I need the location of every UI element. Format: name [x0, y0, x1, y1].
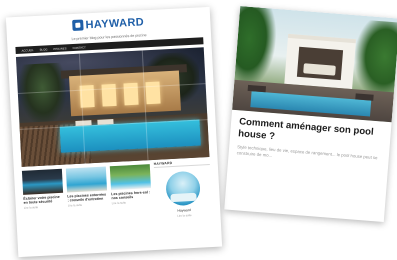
photo-collage: Comment aménager son pool house ? Style …	[0, 0, 397, 260]
avatar[interactable]	[165, 170, 201, 207]
nav-item[interactable]: CONTACT	[72, 45, 86, 50]
logo-icon	[72, 19, 84, 32]
lounger	[355, 93, 374, 101]
logo-text: HAYWARD	[85, 15, 145, 31]
post-image	[109, 164, 151, 191]
sidebar-widget: HAYWARD Hayward Lire la suite	[154, 159, 213, 224]
article-hero-image	[232, 6, 397, 123]
post-meta: Lire la suite	[23, 204, 39, 210]
nav-item[interactable]: ACCUEIL	[21, 48, 33, 53]
hero-image[interactable]	[15, 47, 210, 167]
post-image	[65, 166, 108, 193]
nav-item[interactable]: BLOG	[40, 47, 48, 51]
post-card[interactable]: Les piscines enterrées : conseils d'entr…	[65, 166, 109, 228]
homepage-card: HAYWARD Le premier blog pour les passion…	[5, 6, 223, 258]
article-card: Comment aménager son pool house ? Style …	[224, 6, 397, 222]
post-meta: Lire la suite	[67, 202, 83, 208]
lounger	[247, 84, 267, 93]
post-image	[21, 168, 64, 195]
post-meta: Lire la suite	[111, 200, 127, 206]
post-thumbnails: Éclairer votre piscine en toute sécurité…	[21, 164, 153, 231]
post-card[interactable]: Les piscines hors-sol : nos conseils Lir…	[109, 164, 153, 226]
post-card[interactable]: Éclairer votre piscine en toute sécurité…	[21, 168, 65, 231]
logo[interactable]: HAYWARD	[72, 16, 144, 32]
palm-tree	[232, 6, 279, 89]
nav-item[interactable]: PISCINES	[53, 46, 66, 51]
